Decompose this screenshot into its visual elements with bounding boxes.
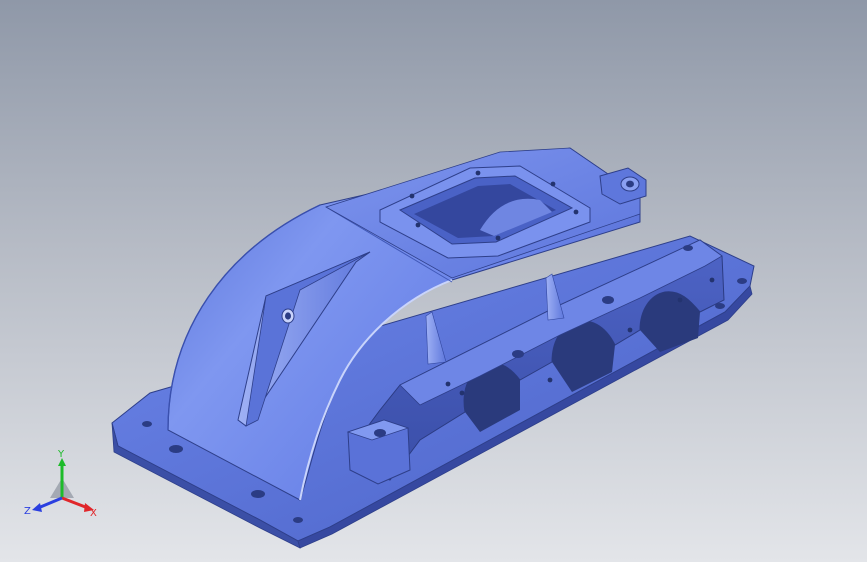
gearbox-housing-model[interactable]: [0, 0, 867, 562]
triad-z-arrow-icon: [32, 503, 42, 512]
triad-y-label: Y: [57, 449, 65, 460]
orientation-triad: Y X Z: [24, 449, 97, 519]
triad-x-axis: [61, 496, 89, 510]
triad-x-label: X: [90, 508, 97, 519]
triad-z-label: Z: [24, 506, 31, 517]
graphics-viewport[interactable]: Y X Z: [0, 0, 867, 562]
triad-z-axis: [37, 496, 63, 510]
